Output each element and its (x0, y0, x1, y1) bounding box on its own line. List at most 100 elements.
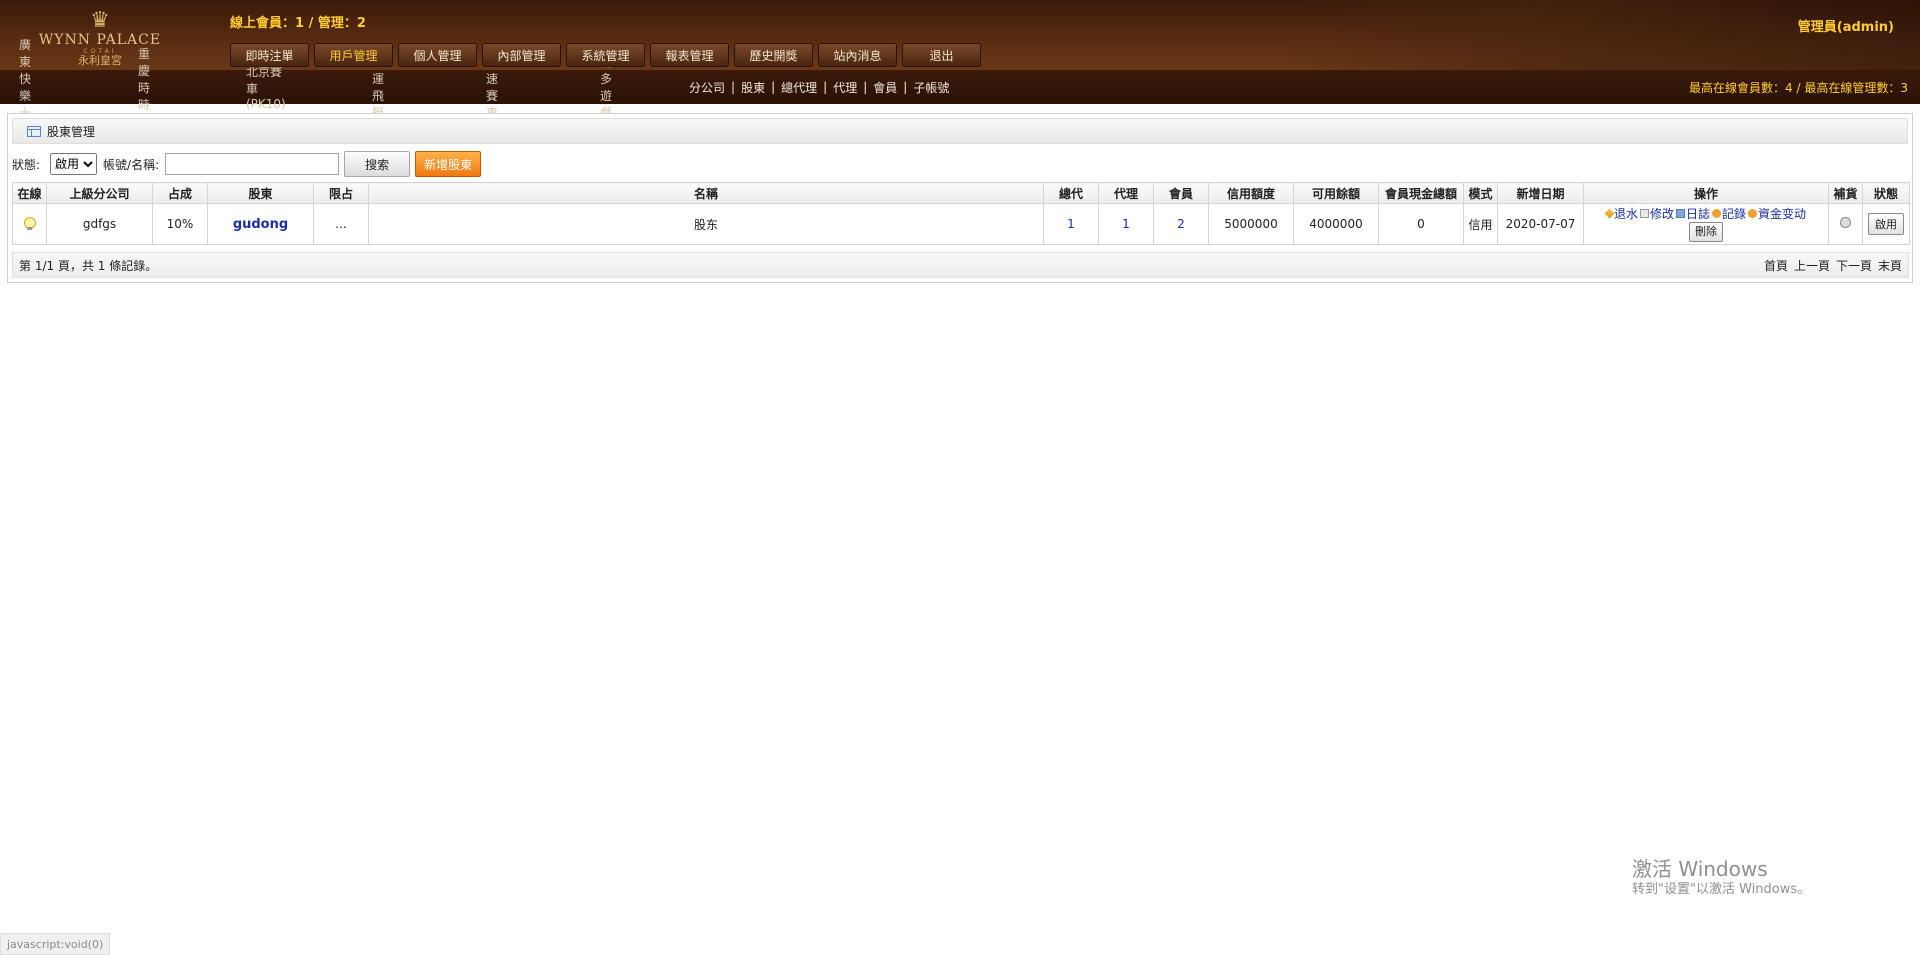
nav-logout[interactable]: 退出 (902, 43, 981, 67)
separator: | (771, 80, 776, 94)
pagination-bar: 第 1/1 頁，共 1 條記錄。 首頁 上一頁 下一頁 末頁 (12, 252, 1909, 278)
nav-reports[interactable]: 報表管理 (650, 43, 729, 67)
op-edit[interactable]: 修改 (1639, 206, 1674, 221)
add-shareholder-button[interactable]: 新增股東 (415, 151, 482, 177)
windows-activation-watermark: 激活 Windows 转到"设置"以激活 Windows。 (1632, 857, 1810, 899)
restock-cell (1828, 203, 1863, 245)
main-nav: 即時注單 用戶管理 個人管理 內部管理 系統管理 報表管理 歷史開獎 站內消息 … (230, 43, 981, 67)
table-icon (27, 125, 41, 137)
shareholder-table: 在線 上級分公司 占成 股東 限占 名稱 總代 代理 會員 信用額度 可用餘額 … (12, 182, 1910, 245)
limit-cell: ... (313, 203, 369, 245)
status-toggle-button[interactable]: 啟用 (1868, 213, 1904, 235)
nav-system[interactable]: 系統管理 (566, 43, 645, 67)
account-filter-label: 帳號/名稱: (103, 157, 160, 172)
sublink-general-agent[interactable]: 總代理 (781, 79, 817, 96)
members-link[interactable]: 2 (1177, 217, 1185, 231)
operations-links: 退水 修改 日誌 記錄 資金变动 (1604, 206, 1806, 221)
nav-live-bets[interactable]: 即時注單 (230, 43, 309, 67)
separator: | (903, 80, 908, 94)
table-row: gdfgs 10% gudong ... 股东 1 1 2 5000000 40… (12, 203, 1910, 245)
col-header: 股東 (207, 182, 314, 204)
log-icon (1675, 209, 1685, 218)
op-fund-change-label: 資金变动 (1758, 206, 1807, 221)
op-log[interactable]: 日誌 (1675, 206, 1710, 221)
col-header: 上級分公司 (46, 182, 153, 204)
op-fund-change[interactable]: 資金变动 (1748, 207, 1806, 221)
op-records-label: 記錄 (1722, 206, 1747, 221)
separator: | (863, 80, 868, 94)
op-rebate[interactable]: 退水 (1604, 206, 1638, 221)
date-cell: 2020-07-07 (1497, 203, 1584, 245)
fund-icon (1748, 209, 1758, 218)
separator: | (731, 80, 736, 94)
col-header: 在線 (12, 182, 47, 204)
col-header: 補貨 (1828, 182, 1863, 204)
filter-bar: 狀態: 啟用 帳號/名稱: 搜索 新增股東 (12, 151, 482, 177)
pagination-nav: 首頁 上一頁 下一頁 末頁 (1764, 257, 1902, 274)
agents-link[interactable]: 1 (1122, 217, 1130, 231)
members-cell: 2 (1153, 203, 1209, 245)
col-header: 模式 (1463, 182, 1498, 204)
col-header: 名稱 (368, 182, 1044, 204)
agents-total-link[interactable]: 1 (1067, 217, 1075, 231)
max-online-stats: 最高在線會員數：4 / 最高在線管理數：3 (1689, 80, 1908, 95)
col-header: 信用額度 (1208, 182, 1294, 204)
col-header: 狀態 (1862, 182, 1910, 204)
page-last[interactable]: 末頁 (1878, 257, 1902, 274)
table-header-row: 在線 上級分公司 占成 股東 限占 名稱 總代 代理 會員 信用額度 可用餘額 … (12, 182, 1910, 204)
share-cell: 10% (152, 203, 208, 245)
page-first[interactable]: 首頁 (1764, 257, 1788, 274)
account-cell: gudong (207, 203, 314, 245)
panel-title: 股東管理 (47, 124, 96, 139)
panel-header: 股東管理 (12, 118, 1908, 144)
col-header: 新增日期 (1497, 182, 1584, 204)
delete-button[interactable]: 刪除 (1689, 221, 1723, 242)
account-search-input[interactable] (165, 153, 340, 175)
nav-user-management[interactable]: 用戶管理 (314, 43, 393, 67)
logo-cn: 永利皇宮 (78, 54, 122, 67)
restock-icon[interactable] (1840, 217, 1851, 228)
account-link[interactable]: gudong (233, 217, 288, 232)
sublink-agent[interactable]: 代理 (833, 79, 857, 96)
credit-cell: 5000000 (1208, 203, 1294, 245)
col-header: 會員 (1153, 182, 1209, 204)
page-prev[interactable]: 上一頁 (1794, 257, 1830, 274)
agents-total-cell: 1 (1043, 203, 1099, 245)
op-rebate-label: 退水 (1613, 206, 1638, 221)
pencil-icon (1604, 208, 1615, 219)
sublink-sub-account[interactable]: 子帳號 (913, 79, 949, 96)
op-records[interactable]: 記錄 (1712, 207, 1746, 221)
col-header: 會員現金總額 (1378, 182, 1464, 204)
available-cell: 4000000 (1293, 203, 1379, 245)
col-header: 代理 (1098, 182, 1154, 204)
page-next[interactable]: 下一頁 (1836, 257, 1872, 274)
shareholder-panel: 股東管理 狀態: 啟用 帳號/名稱: 搜索 新增股東 在線 上級分公司 占成 股… (7, 113, 1913, 283)
sublink-branch[interactable]: 分公司 (689, 79, 725, 96)
cash-total-cell: 0 (1378, 203, 1464, 245)
game-link-pk10[interactable]: 北京賽車(PK10) (246, 63, 286, 111)
nav-history-draws[interactable]: 歷史開獎 (734, 43, 813, 67)
op-log-label: 日誌 (1685, 206, 1710, 221)
operations: 退水 修改 日誌 記錄 資金变动 刪除 (1584, 207, 1828, 242)
limit-link[interactable]: ... (335, 217, 346, 231)
nav-messages[interactable]: 站內消息 (818, 43, 897, 67)
status-filter-select[interactable]: 啟用 (50, 153, 98, 175)
mode-cell: 信用 (1463, 203, 1498, 245)
status-cell: 啟用 (1862, 203, 1910, 245)
separator: | (823, 80, 828, 94)
sublink-shareholder[interactable]: 股東 (741, 79, 765, 96)
nav-personal[interactable]: 個人管理 (398, 43, 477, 67)
col-header: 總代 (1043, 182, 1099, 204)
online-count: 線上會員：1 / 管理：2 (230, 16, 366, 31)
edit-icon (1639, 209, 1649, 218)
search-button[interactable]: 搜索 (344, 151, 411, 177)
nav-internal[interactable]: 內部管理 (482, 43, 561, 67)
status-bar-url: javascript:void(0) (0, 933, 111, 955)
op-edit-label: 修改 (1649, 206, 1674, 221)
sublink-member[interactable]: 會員 (873, 79, 897, 96)
logo-brand: WYNN PALACE (38, 32, 162, 48)
status-filter-label: 狀態: (12, 157, 41, 172)
record-icon (1712, 209, 1721, 218)
col-header: 限占 (313, 182, 369, 204)
col-header: 可用餘額 (1293, 182, 1379, 204)
